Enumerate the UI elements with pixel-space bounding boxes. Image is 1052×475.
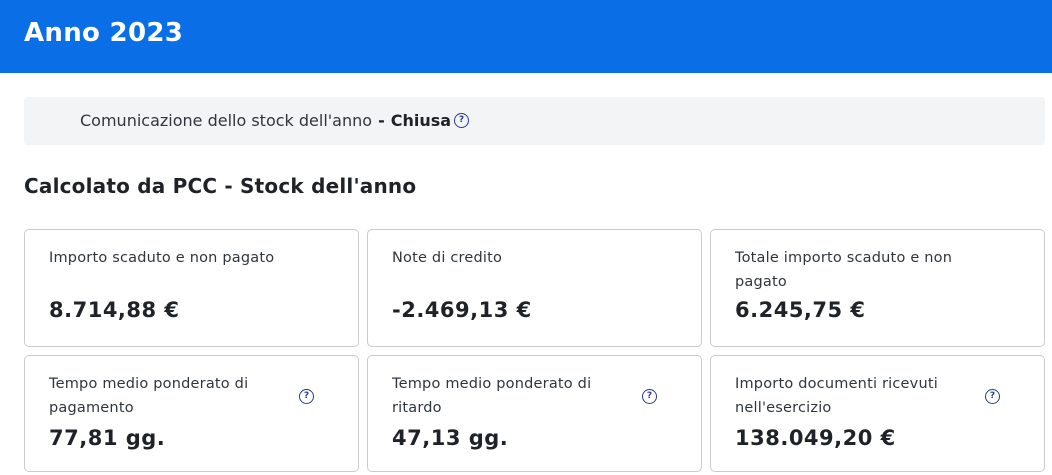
card-totale-importo-scaduto: Totale importo scaduto e non pagato 6.24… [710,229,1045,347]
section-title: Calcolato da PCC - Stock dell'anno [24,174,417,198]
card-note-di-credito: Note di credito -2.469,13 € [367,229,702,347]
card-value: 47,13 gg. [392,426,509,450]
notice-text: Comunicazione dello stock dell'anno - Chiu… [80,111,470,130]
card-label: Note di credito [392,250,503,266]
question-circle-icon[interactable]: ? [454,113,470,128]
card-value: 6.245,75 € [735,298,866,322]
question-circle-icon[interactable]: ? [985,389,1000,404]
card-importo-documenti-ricevuti: Importo documenti ricevuti nell'esercizi… [710,355,1045,472]
card-importo-scaduto: Importo scaduto e non pagato 8.714,88 € [24,229,359,347]
card-value: 8.714,88 € [49,298,180,322]
card-label: Totale importo scaduto e non pagato [735,250,953,290]
notice-label: Comunicazione dello stock dell'anno [80,111,373,130]
notice-status: Chiusa [390,111,452,130]
card-value: 77,81 gg. [49,426,166,450]
question-circle-icon[interactable]: ? [642,389,657,404]
card-value: 138.049,20 € [735,426,896,450]
card-label: Importo scaduto e non pagato [49,250,275,266]
card-tempo-medio-pagamento: Tempo medio ponderato di pagamento ? 77,… [24,355,359,472]
card-label: Importo documenti ricevuti nell'esercizi… [735,376,938,416]
page-header: Anno 2023 [0,0,1052,73]
question-circle-icon[interactable]: ? [299,389,314,404]
card-value: -2.469,13 € [392,298,532,322]
card-label: Tempo medio ponderato di pagamento [49,376,249,416]
notice-separator: - [378,111,385,130]
stock-communication-notice: Comunicazione dello stock dell'anno - Chiu… [24,97,1045,145]
card-tempo-medio-ritardo: Tempo medio ponderato di ritardo ? 47,13… [367,355,702,472]
card-label: Tempo medio ponderato di ritardo [392,376,592,416]
page-title: Anno 2023 [24,18,184,48]
